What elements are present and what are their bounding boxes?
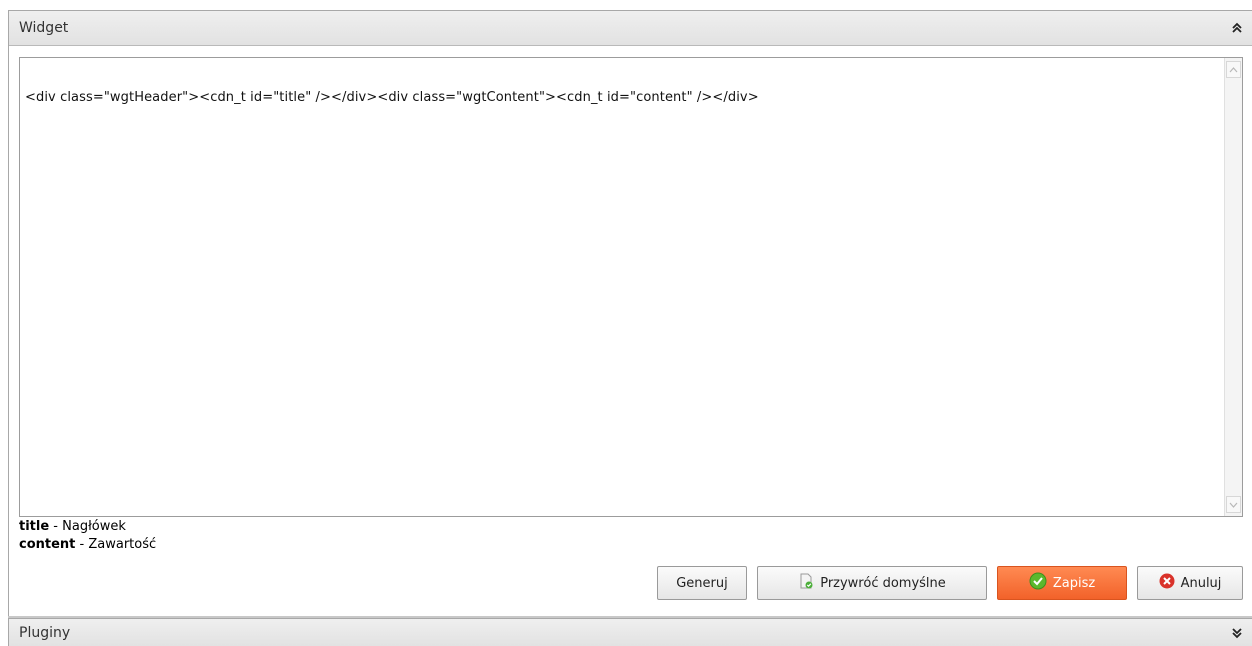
cancel-button[interactable]: Anuluj bbox=[1137, 566, 1243, 600]
widget-panel-header[interactable]: Widget bbox=[9, 11, 1252, 46]
scroll-down-icon[interactable] bbox=[1226, 496, 1241, 513]
legend-item-content: content - Zawartość bbox=[19, 536, 156, 554]
cancel-circle-icon bbox=[1159, 573, 1175, 593]
vertical-scrollbar[interactable] bbox=[1224, 58, 1242, 516]
check-circle-icon bbox=[1029, 572, 1047, 594]
action-buttons: Generuj Przywróć domyślne Zapisz Anuluj bbox=[657, 566, 1243, 600]
double-chevron-down-icon[interactable] bbox=[1230, 626, 1244, 640]
legend-item-title: title - Nagłówek bbox=[19, 518, 156, 536]
restore-default-button-label: Przywróć domyślne bbox=[820, 575, 946, 591]
save-button[interactable]: Zapisz bbox=[997, 566, 1127, 600]
cancel-button-label: Anuluj bbox=[1180, 575, 1222, 591]
restore-default-button[interactable]: Przywróć domyślne bbox=[757, 566, 987, 600]
widget-panel-title: Widget bbox=[19, 20, 69, 36]
legend-key: content bbox=[19, 537, 76, 552]
plugins-panel-title: Pluginy bbox=[19, 624, 71, 641]
editor-content[interactable]: <div class="wgtHeader"><cdn_t id="title"… bbox=[25, 90, 759, 105]
generate-button-label: Generuj bbox=[676, 575, 728, 591]
legend-key: title bbox=[19, 519, 50, 534]
legend-desc: - Zawartość bbox=[75, 537, 157, 552]
double-chevron-up-icon[interactable] bbox=[1230, 21, 1244, 35]
document-restore-icon bbox=[798, 573, 814, 593]
save-button-label: Zapisz bbox=[1052, 575, 1096, 591]
placeholder-legend: title - Nagłówek content - Zawartość bbox=[19, 518, 156, 554]
plugins-panel-header[interactable]: Pluginy bbox=[8, 618, 1252, 646]
scroll-up-icon[interactable] bbox=[1226, 61, 1241, 78]
widget-panel: Widget <div class="wgtHeader"><cdn_t id=… bbox=[8, 10, 1252, 616]
legend-desc: - Nagłówek bbox=[49, 519, 126, 534]
generate-button[interactable]: Generuj bbox=[657, 566, 747, 600]
code-editor-textarea[interactable]: <div class="wgtHeader"><cdn_t id="title"… bbox=[19, 57, 1243, 517]
